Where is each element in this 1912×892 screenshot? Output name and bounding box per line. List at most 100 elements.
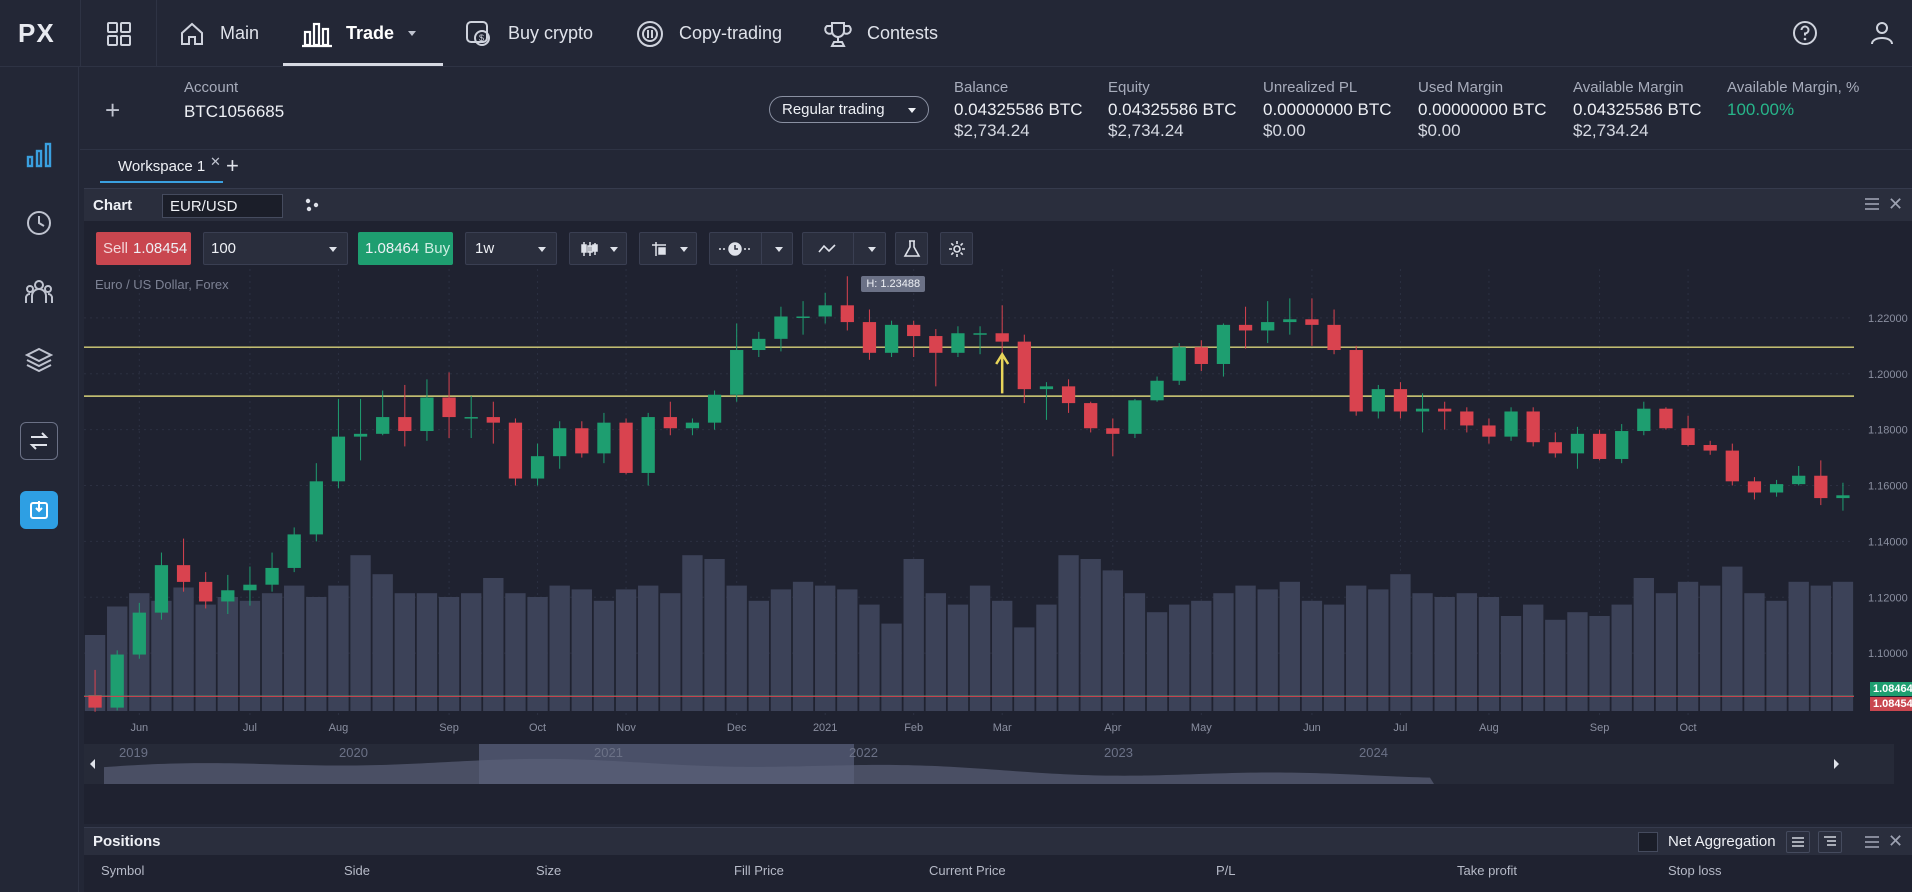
candle-body [1482, 425, 1496, 437]
candle-body [331, 436, 346, 482]
volume-bar [438, 597, 460, 711]
y-tick-label: 1.14000 [1868, 536, 1908, 548]
candle-body [1371, 389, 1385, 412]
volume-bar [284, 585, 305, 711]
volume-bar [571, 589, 592, 711]
chart-type-select[interactable] [569, 232, 627, 265]
volume-bar [925, 593, 946, 711]
sidebar-community-icon[interactable] [20, 273, 58, 311]
interval-select[interactable]: 1w [465, 232, 557, 265]
home-icon [181, 22, 203, 45]
add-workspace-icon[interactable]: + [226, 153, 239, 179]
x-tick-label: Oct [1680, 722, 1697, 734]
stat-usd-balance: $2,734.24 [954, 121, 1030, 140]
stat-value-available-margin-pct: 100.00% [1727, 100, 1795, 119]
list-view-icon[interactable] [1786, 831, 1810, 853]
panel-menu-icon[interactable] [1864, 835, 1880, 854]
sidebar-history-icon[interactable] [20, 204, 58, 242]
quantity-select[interactable]: 100 [203, 232, 348, 265]
trading-mode-select[interactable]: Regular trading [769, 96, 929, 123]
candle-body [619, 422, 633, 473]
chart-title: Chart [93, 197, 133, 214]
buy-button[interactable]: 1.08464 Buy [358, 232, 453, 265]
add-account-icon[interactable]: + [105, 95, 120, 126]
candle-body [1261, 322, 1275, 331]
nav-contests[interactable]: Contests [823, 0, 938, 67]
stat-label-used-margin: Used Margin [1418, 79, 1504, 96]
logo[interactable]: PX [18, 18, 55, 49]
sidebar-deposit-icon[interactable] [20, 491, 58, 529]
settings-button[interactable] [940, 232, 973, 265]
volume-bar [992, 600, 1013, 711]
volume-bar [239, 600, 261, 711]
candle-body [1703, 445, 1717, 451]
nav-trade-label: Trade [346, 23, 395, 43]
volume-bar [1700, 585, 1721, 711]
candle-body [1460, 411, 1474, 426]
candle-body [1769, 484, 1784, 493]
volume-bar [1390, 574, 1411, 711]
candle-body [1327, 324, 1341, 351]
x-tick-label: Jun [1303, 722, 1321, 734]
apps-grid-icon[interactable] [80, 0, 157, 67]
candle-body [1747, 481, 1762, 493]
panel-menu-icon[interactable] [1864, 197, 1880, 216]
stat-value-balance: 0.04325586 BTC [954, 100, 1083, 119]
candle-body [88, 695, 102, 708]
nav-copy-trading[interactable]: Copy-trading [635, 0, 782, 67]
candle-body [486, 417, 500, 423]
volume-bar [1301, 600, 1323, 711]
candle-body [1194, 347, 1208, 364]
candle-body [752, 338, 766, 351]
column-size[interactable]: Size [536, 863, 561, 878]
net-aggregation-checkbox[interactable] [1638, 832, 1658, 852]
x-tick-label: May [1191, 722, 1212, 734]
close-panel-icon[interactable]: ✕ [1888, 194, 1903, 215]
close-panel-icon[interactable]: ✕ [1888, 831, 1903, 852]
volume-bar [837, 589, 858, 711]
stat-label-available-margin: Available Margin [1573, 79, 1684, 96]
x-tick-label: Jul [243, 722, 257, 734]
indicators-select[interactable] [639, 232, 697, 265]
column-pl[interactable]: P/L [1216, 863, 1236, 878]
nav-trade[interactable]: Trade [302, 0, 417, 67]
sell-label: Sell [103, 240, 129, 257]
chevron-down-icon [775, 247, 783, 252]
time-select[interactable] [709, 232, 793, 265]
volume-bar [527, 597, 548, 711]
volume-bar [726, 585, 747, 711]
account-id[interactable]: BTC1056685 [184, 102, 284, 122]
gear-icon [949, 240, 965, 257]
close-tab-icon[interactable]: ✕ [210, 154, 221, 170]
sidebar-chart-icon[interactable] [20, 136, 58, 174]
compare-icon[interactable] [304, 197, 320, 218]
column-current-price[interactable]: Current Price [929, 863, 1006, 878]
stat-label-unrealized-pl: Unrealized PL [1263, 79, 1358, 96]
volume-bar [1014, 627, 1035, 711]
tab-workspace-1[interactable]: Workspace 1 ✕ [100, 151, 223, 183]
volume-bar [593, 600, 615, 711]
candle-body [287, 534, 301, 568]
sidebar-layers-icon[interactable] [20, 341, 58, 379]
column-stop-loss[interactable]: Stop loss [1668, 863, 1721, 878]
trade-dropdown-icon[interactable] [408, 31, 417, 36]
drawing-tools-select[interactable] [802, 232, 886, 265]
column-side[interactable]: Side [344, 863, 370, 878]
chevron-down-icon [538, 247, 546, 252]
nav-main[interactable]: Main [178, 0, 259, 67]
nav-buy-crypto[interactable]: $ Buy crypto [464, 0, 593, 67]
column-symbol[interactable]: Symbol [101, 863, 144, 878]
column-fill-price[interactable]: Fill Price [734, 863, 784, 878]
help-icon[interactable] [1792, 20, 1818, 51]
user-profile-icon[interactable] [1869, 20, 1895, 51]
volume-bar [1124, 593, 1146, 711]
price-chart[interactable]: 1.22000 1.20000 1.18000 1.16000 1.14000 1.120… [84, 269, 1912, 825]
x-tick-label: 2021 [813, 722, 837, 734]
sell-button[interactable]: Sell 1.08454 [96, 232, 191, 265]
sidebar-transfer-icon[interactable] [20, 422, 58, 460]
expand-view-icon[interactable] [1818, 831, 1842, 853]
chart-header: Chart EUR/USD ✕ [84, 189, 1912, 221]
symbol-input[interactable]: EUR/USD [162, 194, 283, 218]
flask-button[interactable] [895, 232, 928, 265]
column-take-profit[interactable]: Take profit [1457, 863, 1517, 878]
